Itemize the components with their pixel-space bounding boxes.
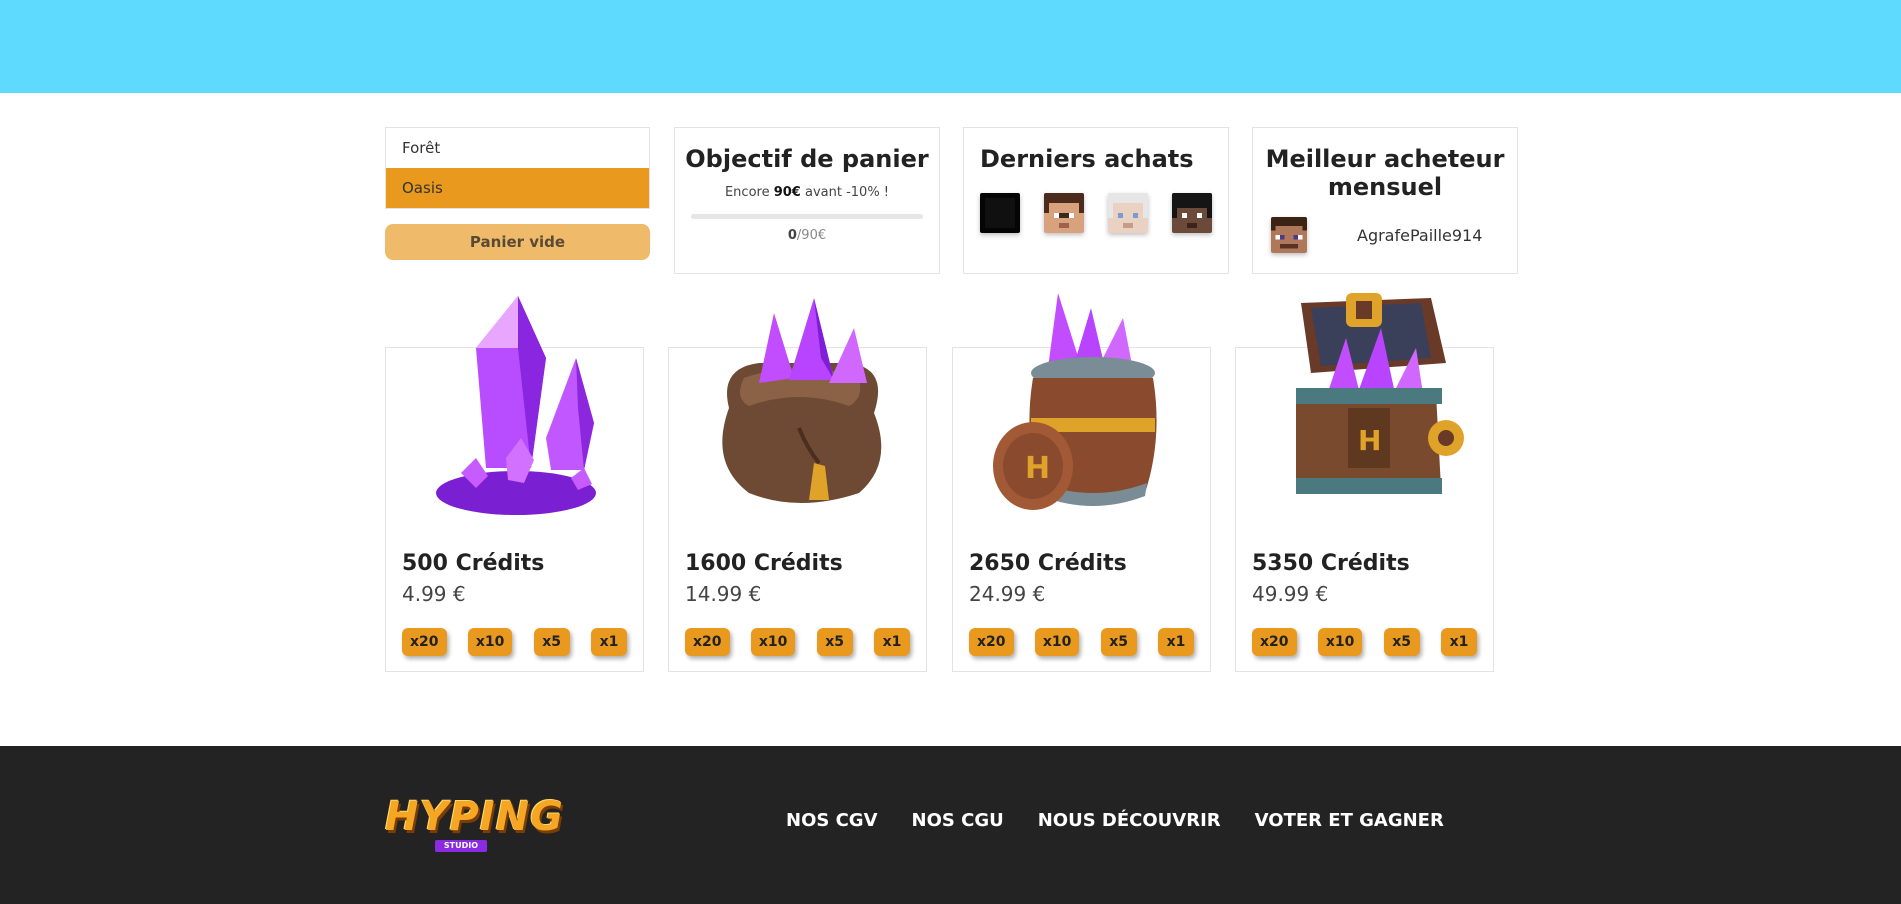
- goal-target: /90€: [796, 228, 827, 243]
- qty-button-x10[interactable]: x10: [750, 628, 796, 656]
- product-card-2650[interactable]: H 2650 Crédits 24.99 € x20 x10 x5 x1: [952, 293, 1211, 672]
- empty-cart-button[interactable]: Panier vide: [385, 224, 650, 260]
- goal-sub-prefix: Encore: [724, 185, 774, 200]
- qty-button-x20[interactable]: x20: [969, 628, 1014, 656]
- footer-link-discover[interactable]: NOUS DÉCOUVRIR: [1038, 810, 1221, 831]
- qty-button-x10[interactable]: x10: [1034, 628, 1080, 656]
- avatar-2[interactable]: [1044, 193, 1084, 233]
- goal-sub-amount: 90€: [773, 185, 801, 200]
- avatar-3[interactable]: [1108, 193, 1148, 233]
- footer: HYPING STUDIO NOS CGV NOS CGU NOUS DÉCOU…: [0, 746, 1901, 904]
- product-price: 24.99 €: [969, 582, 1046, 606]
- qty-button-x5[interactable]: x5: [816, 628, 853, 656]
- best-buyer-avatar[interactable]: [1271, 217, 1307, 253]
- product-title: 1600 Crédits: [685, 551, 843, 576]
- cart-goal-title: Objectif de panier: [685, 145, 929, 173]
- recent-purchases-title: Derniers achats: [980, 145, 1194, 173]
- product-card-5350[interactable]: H 5350 Crédits 49.99 € x20 x10 x5 x1: [1235, 293, 1494, 672]
- qty-button-x20[interactable]: x20: [402, 628, 447, 656]
- footer-link-vote[interactable]: VOTER ET GAGNER: [1255, 810, 1444, 831]
- cart-goal-progress-bar: [691, 214, 923, 219]
- qty-button-x20[interactable]: x20: [685, 628, 730, 656]
- product-card-1600[interactable]: 1600 Crédits 14.99 € x20 x10 x5 x1: [668, 298, 927, 672]
- qty-button-x5[interactable]: x5: [533, 628, 570, 656]
- crystal-bag-icon: [722, 298, 882, 503]
- server-item-foret[interactable]: Forêt: [386, 128, 649, 168]
- qty-button-x1[interactable]: x1: [1157, 628, 1194, 656]
- avatar-4[interactable]: [1172, 193, 1212, 233]
- best-buyer-name: AgrafePaille914: [1357, 225, 1483, 245]
- qty-button-x1[interactable]: x1: [1440, 628, 1477, 656]
- qty-button-x5[interactable]: x5: [1383, 628, 1420, 656]
- avatar-1[interactable]: [980, 193, 1020, 233]
- qty-button-x1[interactable]: x1: [590, 628, 627, 656]
- footer-link-cgv[interactable]: NOS CGV: [786, 810, 878, 831]
- qty-button-x1[interactable]: x1: [873, 628, 910, 656]
- product-price: 14.99 €: [685, 582, 762, 606]
- goal-current: 0: [787, 228, 797, 243]
- cart-goal-count: 0/90€: [675, 228, 939, 243]
- qty-button-x5[interactable]: x5: [1100, 628, 1137, 656]
- logo-studio: STUDIO: [435, 840, 487, 852]
- product-price: 4.99 €: [402, 582, 466, 606]
- crystals-icon: [436, 296, 596, 515]
- hyping-logo[interactable]: HYPING STUDIO: [385, 794, 563, 854]
- crystal-barrel-icon: H: [993, 293, 1157, 510]
- recent-purchases-widget: Derniers achats: [963, 127, 1229, 274]
- cart-goal-subtitle: Encore 90€ avant -10% !: [675, 185, 939, 200]
- product-title: 5350 Crédits: [1252, 551, 1410, 576]
- product-title: 500 Crédits: [402, 551, 545, 576]
- svg-text:H: H: [1025, 451, 1050, 486]
- goal-sub-suffix: avant -10% !: [800, 185, 890, 200]
- server-item-oasis[interactable]: Oasis: [386, 168, 649, 208]
- logo-text: HYPING: [385, 794, 564, 840]
- cart-goal-widget: Objectif de panier Encore 90€ avant -10%…: [674, 127, 940, 274]
- top-banner: [0, 0, 1901, 93]
- qty-button-x10[interactable]: x10: [1317, 628, 1363, 656]
- product-price: 49.99 €: [1252, 582, 1329, 606]
- best-buyer-widget: Meilleur acheteur mensuel AgrafePaille91…: [1252, 127, 1518, 274]
- qty-button-x20[interactable]: x20: [1252, 628, 1297, 656]
- server-selector: Forêt Oasis: [385, 127, 650, 209]
- footer-link-cgu[interactable]: NOS CGU: [912, 810, 1004, 831]
- crystal-chest-icon: H: [1296, 293, 1464, 494]
- product-title: 2650 Crédits: [969, 551, 1127, 576]
- qty-button-x10[interactable]: x10: [467, 628, 513, 656]
- best-buyer-title: Meilleur acheteur mensuel: [1265, 145, 1505, 201]
- product-card-500[interactable]: 500 Crédits 4.99 € x20 x10 x5 x1: [385, 296, 644, 672]
- svg-text:H: H: [1358, 424, 1381, 457]
